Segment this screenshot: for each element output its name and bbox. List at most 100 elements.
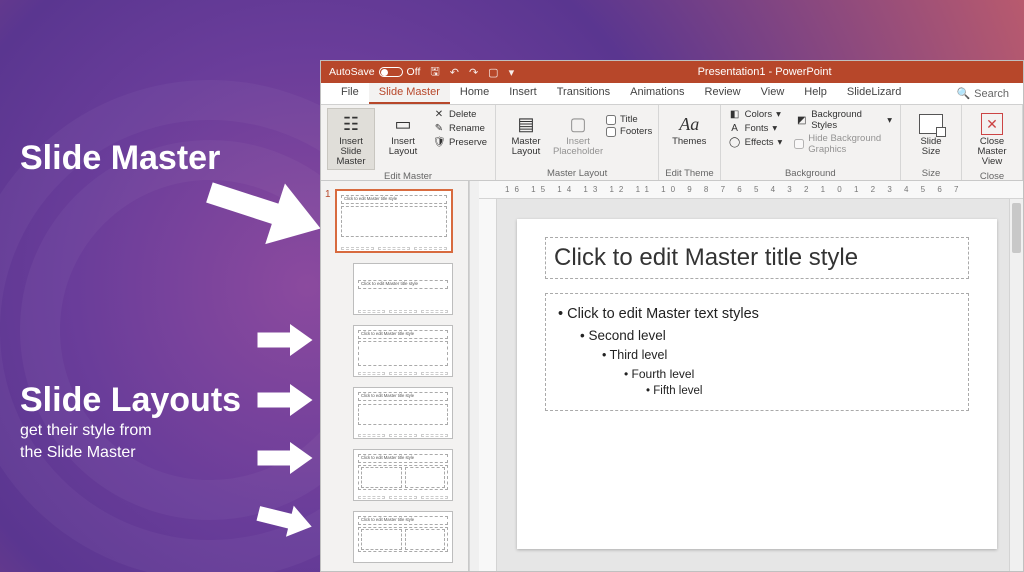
tab-help[interactable]: Help <box>794 83 837 104</box>
insert-placeholder-button[interactable]: ▢ Insert Placeholder <box>554 108 602 160</box>
callout-slide-layouts: Slide Layouts get their style from the S… <box>20 382 241 463</box>
thumb-footer-ph <box>341 247 447 250</box>
thumb-footer-ph <box>358 496 448 499</box>
editor-scrollbar[interactable] <box>1009 199 1023 571</box>
autosave-toggle[interactable]: AutoSave Off <box>329 66 420 78</box>
callout-layouts-sub2: the Slide Master <box>20 443 241 463</box>
body-placeholder[interactable]: Click to edit Master text styles Second … <box>545 293 969 411</box>
autosave-state: Off <box>407 66 421 78</box>
preserve-label: Preserve <box>449 137 487 148</box>
vertical-ruler <box>479 199 497 571</box>
thumb-title-ph: Click to edit Master title style <box>341 195 447 204</box>
thumb-two-col-ph <box>358 465 448 490</box>
group-label-size: Size <box>907 167 955 179</box>
tab-transitions[interactable]: Transitions <box>547 83 620 104</box>
thumbnail-layout-1[interactable]: Click to edit Master title style <box>353 263 453 315</box>
slide-size-label: Slide Size <box>912 137 950 157</box>
tab-insert[interactable]: Insert <box>499 83 547 104</box>
bg-styles-button[interactable]: ◩Background Styles ▾ <box>794 108 894 132</box>
slide-canvas: Click to edit Master title style Click t… <box>497 199 1009 571</box>
title-placeholder[interactable]: Click to edit Master title style <box>545 237 969 279</box>
ribbon-group-edit-theme: Aa Themes Edit Theme <box>659 105 720 180</box>
slide-size-icon <box>917 111 945 137</box>
document-title: Presentation1 - PowerPoint <box>514 66 1015 78</box>
tab-home[interactable]: Home <box>450 83 499 104</box>
present-icon[interactable]: ▢ <box>488 66 498 79</box>
tab-animations[interactable]: Animations <box>620 83 694 104</box>
close-icon: ✕ <box>978 111 1006 137</box>
thumb-footer-ph <box>358 310 448 313</box>
thumbnail-layout-4[interactable]: Click to edit Master title style <box>353 449 453 501</box>
scrollbar-handle[interactable] <box>1012 203 1021 253</box>
rename-button[interactable]: ✎ Rename <box>431 122 489 135</box>
body-level-5: Fifth level <box>558 383 956 400</box>
body-level-3: Third level <box>558 346 956 365</box>
master-slide[interactable]: Click to edit Master title style Click t… <box>517 219 997 549</box>
titlebar: AutoSave Off 🖫 ↶ ↷ ▢ ▾ Presentation1 - P… <box>321 61 1023 83</box>
thumbnail-layout-2[interactable]: Click to edit Master title style <box>353 325 453 377</box>
effects-label: Effects <box>745 137 774 148</box>
fonts-button[interactable]: AFonts ▾ <box>727 122 785 135</box>
arrow-to-layout-4 <box>246 492 324 548</box>
delete-button[interactable]: ✕ Delete <box>431 108 489 121</box>
rename-icon: ✎ <box>433 123 445 134</box>
thumb-body-ph <box>358 341 448 366</box>
insert-layout-button[interactable]: ▭ Insert Layout <box>379 108 427 160</box>
tab-view[interactable]: View <box>751 83 795 104</box>
title-check-label: Title <box>620 114 638 125</box>
thumb-title-ph: Click to edit Master title style <box>358 330 448 339</box>
hide-bg-checkbox[interactable]: Hide Background Graphics <box>794 133 894 155</box>
tab-review[interactable]: Review <box>695 83 751 104</box>
rename-label: Rename <box>449 123 485 134</box>
search-box[interactable]: 🔍 Search <box>956 83 1023 104</box>
thumbnail-layout-3[interactable]: Click to edit Master title style <box>353 387 453 439</box>
ribbon-group-background: ◧Colors ▾ AFonts ▾ ◯Effects ▾ ◩Backgroun… <box>721 105 901 180</box>
arrow-to-layout-2 <box>250 380 320 420</box>
workspace: 1 Click to edit Master title style Click… <box>321 181 1023 571</box>
ribbon-group-master-layout: ▤ Master Layout ▢ Insert Placeholder Tit… <box>496 105 659 180</box>
tab-file[interactable]: File <box>331 83 369 104</box>
footers-check-label: Footers <box>620 126 652 137</box>
bg-styles-icon: ◩ <box>796 115 807 126</box>
master-number: 1 <box>325 189 331 200</box>
tab-slide-master[interactable]: Slide Master <box>369 83 450 104</box>
close-master-view-button[interactable]: ✕ Close Master View <box>968 108 1016 170</box>
thumb-title-ph: Click to edit Master title style <box>358 516 448 525</box>
body-level-4: Fourth level <box>558 365 956 383</box>
thumbnails-scrollbar[interactable] <box>469 181 479 571</box>
effects-button[interactable]: ◯Effects ▾ <box>727 136 785 149</box>
group-label-master-layout: Master Layout <box>502 167 652 179</box>
ribbon-tabs: File Slide Master Home Insert Transition… <box>321 83 1023 105</box>
preserve-button[interactable]: 🛡Preserve <box>431 136 489 149</box>
delete-icon: ✕ <box>433 109 445 120</box>
save-icon[interactable]: 🖫 <box>430 63 439 82</box>
body-level-1: Click to edit Master text styles <box>558 304 956 326</box>
thumbnail-layout-5[interactable]: Click to edit Master title style <box>353 511 453 563</box>
slide-size-button[interactable]: Slide Size <box>907 108 955 160</box>
themes-label: Themes <box>672 137 706 147</box>
fonts-icon: A <box>729 123 741 134</box>
title-checkbox[interactable]: Title <box>606 114 652 125</box>
delete-label: Delete <box>449 109 476 120</box>
undo-icon[interactable]: ↶ <box>450 66 459 79</box>
toggle-icon <box>379 67 403 77</box>
ribbon: ☷ Insert Slide Master ▭ Insert Layout ✕ D… <box>321 105 1023 181</box>
qat-customize-icon[interactable]: ▾ <box>509 66 515 79</box>
powerpoint-window: AutoSave Off 🖫 ↶ ↷ ▢ ▾ Presentation1 - P… <box>320 60 1024 572</box>
tab-slidelizard[interactable]: SlideLizard <box>837 83 911 104</box>
colors-button[interactable]: ◧Colors ▾ <box>727 108 785 121</box>
layout-icon: ▭ <box>389 111 417 137</box>
hide-bg-label: Hide Background Graphics <box>808 133 894 155</box>
callout-layouts-sub1: get their style from <box>20 421 241 441</box>
group-label-background: Background <box>727 167 894 179</box>
colors-label: Colors <box>745 109 772 120</box>
themes-button[interactable]: Aa Themes <box>665 108 713 150</box>
effects-icon: ◯ <box>729 137 741 148</box>
master-layout-label: Master Layout <box>507 137 545 157</box>
master-layout-button[interactable]: ▤ Master Layout <box>502 108 550 160</box>
thumbnail-slide-master[interactable]: Click to edit Master title style <box>335 189 453 253</box>
footers-checkbox[interactable]: Footers <box>606 126 652 137</box>
colors-icon: ◧ <box>729 109 741 120</box>
redo-icon[interactable]: ↷ <box>469 66 478 79</box>
insert-slide-master-button[interactable]: ☷ Insert Slide Master <box>327 108 375 170</box>
